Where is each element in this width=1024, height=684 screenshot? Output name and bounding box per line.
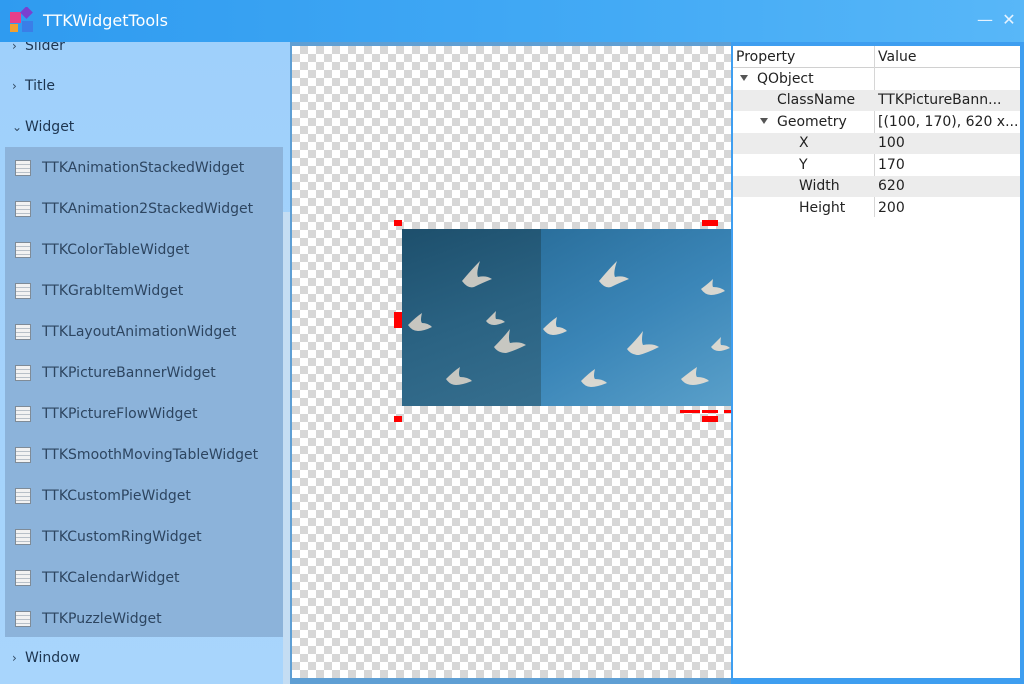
list-item[interactable]: TTKCustomRingWidget bbox=[5, 516, 283, 557]
header-value[interactable]: Value bbox=[878, 49, 916, 65]
item-label: TTKCalendarWidget bbox=[42, 569, 180, 586]
chevron-down-icon: ⌄ bbox=[12, 120, 23, 134]
list-widget-icon bbox=[15, 159, 31, 176]
selection-handle[interactable] bbox=[702, 220, 718, 226]
group-label: Slider bbox=[25, 42, 65, 54]
item-label: TTKSmoothMovingTableWidget bbox=[42, 446, 259, 463]
minimize-button[interactable]: — bbox=[976, 11, 994, 29]
group-window[interactable]: › Window bbox=[0, 640, 283, 676]
birds-image bbox=[408, 261, 526, 385]
list-widget-icon bbox=[15, 241, 31, 258]
sidebar-scrollbar[interactable] bbox=[283, 212, 290, 684]
selection-handle[interactable] bbox=[702, 410, 718, 413]
list-widget-icon bbox=[15, 323, 31, 340]
property-row-y[interactable]: Y 170 bbox=[733, 155, 1020, 176]
item-label: TTKPuzzleWidget bbox=[42, 610, 162, 627]
expand-arrow-icon[interactable] bbox=[740, 75, 748, 81]
property-row-geometry[interactable]: Geometry [(100, 170), 620 x... bbox=[733, 112, 1020, 133]
list-widget-icon bbox=[15, 487, 31, 504]
item-label: TTKAnimationStackedWidget bbox=[42, 159, 245, 176]
sidebar: › Slider › Title ⌄ Widget TTKAnimationSt… bbox=[0, 42, 290, 684]
property-name: Y bbox=[799, 157, 808, 173]
property-value[interactable]: 620 bbox=[878, 178, 1018, 194]
picture-banner[interactable] bbox=[402, 229, 731, 406]
group-label: Window bbox=[25, 650, 81, 666]
property-panel: Property Value QObject ClassName TTKPict… bbox=[731, 42, 1024, 684]
group-title[interactable]: › Title bbox=[0, 68, 283, 104]
group-widget[interactable]: ⌄ Widget bbox=[0, 109, 283, 145]
property-value[interactable]: [(100, 170), 620 x... bbox=[878, 114, 1018, 130]
list-item[interactable]: TTKCustomPieWidget bbox=[5, 475, 283, 516]
selection-handle[interactable] bbox=[724, 410, 731, 413]
chevron-right-icon: › bbox=[12, 79, 17, 93]
list-item[interactable]: TTKCalendarWidget bbox=[5, 557, 283, 598]
list-widget-icon bbox=[15, 569, 31, 586]
list-item[interactable]: TTKPictureBannerWidget bbox=[5, 352, 283, 393]
preview-frame bbox=[290, 42, 731, 684]
selection-handle[interactable] bbox=[394, 312, 402, 328]
selection-handle[interactable] bbox=[394, 416, 402, 422]
preview-canvas bbox=[292, 46, 731, 678]
property-row-width[interactable]: Width 620 bbox=[733, 176, 1020, 197]
property-tree: Property Value QObject ClassName TTKPict… bbox=[733, 46, 1020, 678]
widget-list: TTKAnimationStackedWidget TTKAnimation2S… bbox=[5, 147, 283, 637]
list-item[interactable]: TTKPictureFlowWidget bbox=[5, 393, 283, 434]
property-value[interactable]: 170 bbox=[878, 157, 1018, 173]
item-label: TTKLayoutAnimationWidget bbox=[42, 323, 237, 340]
list-item[interactable]: TTKGrabItemWidget bbox=[5, 270, 283, 311]
property-value[interactable]: TTKPictureBann... bbox=[878, 92, 1018, 108]
group-label: Title bbox=[25, 78, 56, 94]
property-row-x[interactable]: X 100 bbox=[733, 133, 1020, 154]
list-item[interactable]: TTKPuzzleWidget bbox=[5, 598, 283, 639]
item-label: TTKGrabItemWidget bbox=[42, 282, 184, 299]
title-bar: TTKWidgetTools — ✕ bbox=[0, 0, 1024, 42]
window-title: TTKWidgetTools bbox=[43, 11, 168, 30]
chevron-right-icon: › bbox=[12, 42, 17, 53]
list-widget-icon bbox=[15, 446, 31, 463]
property-header: Property Value bbox=[733, 46, 1020, 68]
expand-arrow-icon[interactable] bbox=[760, 118, 768, 124]
close-button[interactable]: ✕ bbox=[1000, 11, 1018, 29]
list-widget-icon bbox=[15, 200, 31, 217]
banner-image-left bbox=[402, 229, 541, 406]
property-name: Height bbox=[799, 200, 846, 216]
item-label: TTKPictureFlowWidget bbox=[42, 405, 198, 422]
header-property[interactable]: Property bbox=[736, 49, 795, 65]
list-widget-icon bbox=[15, 405, 31, 422]
list-item[interactable]: TTKColorTableWidget bbox=[5, 229, 283, 270]
property-row-classname[interactable]: ClassName TTKPictureBann... bbox=[733, 90, 1020, 111]
list-widget-icon bbox=[15, 610, 31, 627]
selection-handle[interactable] bbox=[680, 410, 700, 413]
app-logo-icon bbox=[10, 7, 33, 32]
chevron-right-icon: › bbox=[12, 651, 17, 665]
property-value[interactable]: 100 bbox=[878, 135, 1018, 151]
property-row-height[interactable]: Height 200 bbox=[733, 198, 1020, 219]
item-label: TTKColorTableWidget bbox=[42, 241, 190, 258]
list-item[interactable]: TTKLayoutAnimationWidget bbox=[5, 311, 283, 352]
property-name: X bbox=[799, 135, 809, 151]
item-label: TTKAnimation2StackedWidget bbox=[42, 200, 254, 217]
banner-image-right bbox=[541, 229, 731, 406]
group-slider[interactable]: › Slider bbox=[0, 42, 283, 64]
list-widget-icon bbox=[15, 528, 31, 545]
selection-handle[interactable] bbox=[394, 220, 402, 226]
property-row-qobject[interactable]: QObject bbox=[733, 69, 1020, 90]
list-widget-icon bbox=[15, 364, 31, 381]
group-label: Widget bbox=[25, 119, 75, 135]
selection-handle[interactable] bbox=[702, 416, 718, 422]
list-widget-icon bbox=[15, 282, 31, 299]
property-name: Geometry bbox=[777, 114, 847, 130]
birds-image bbox=[543, 261, 730, 387]
property-name: ClassName bbox=[777, 92, 856, 108]
item-label: TTKCustomPieWidget bbox=[42, 487, 191, 504]
list-item[interactable]: TTKAnimationStackedWidget bbox=[5, 147, 283, 188]
property-name: Width bbox=[799, 178, 840, 194]
item-label: TTKPictureBannerWidget bbox=[42, 364, 216, 381]
list-item[interactable]: TTKSmoothMovingTableWidget bbox=[5, 434, 283, 475]
item-label: TTKCustomRingWidget bbox=[42, 528, 202, 545]
property-name: QObject bbox=[757, 71, 814, 87]
property-value[interactable]: 200 bbox=[878, 200, 1018, 216]
list-item[interactable]: TTKAnimation2StackedWidget bbox=[5, 188, 283, 229]
